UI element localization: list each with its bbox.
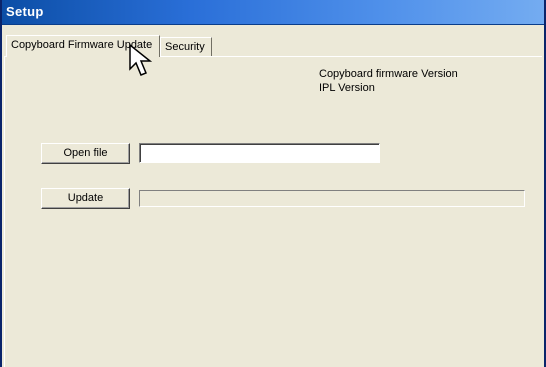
file-path-field[interactable] [139,143,380,163]
tab-panel-firmware-update: Copyboard firmware Version IPL Version O… [4,56,542,367]
update-button[interactable]: Update [41,188,130,209]
ipl-version-label: IPL Version [319,82,375,94]
tab-label: Security [165,41,205,53]
open-file-button[interactable]: Open file [41,143,130,164]
window-title: Setup [6,4,44,19]
update-button-label: Update [67,192,104,204]
tab-copyboard-firmware-update[interactable]: Copyboard Firmware Update [6,35,160,57]
title-bar[interactable]: Setup [2,0,544,25]
setup-window: Setup Copyboard Firmware Update Security… [0,0,546,367]
update-progress-bar [139,190,525,207]
tab-security[interactable]: Security [160,37,212,56]
window-client-area: Copyboard Firmware Update Security Copyb… [2,25,544,367]
open-file-button-label: Open file [63,147,108,159]
firmware-version-label: Copyboard firmware Version [319,68,458,80]
tab-label: Copyboard Firmware Update [11,39,153,51]
